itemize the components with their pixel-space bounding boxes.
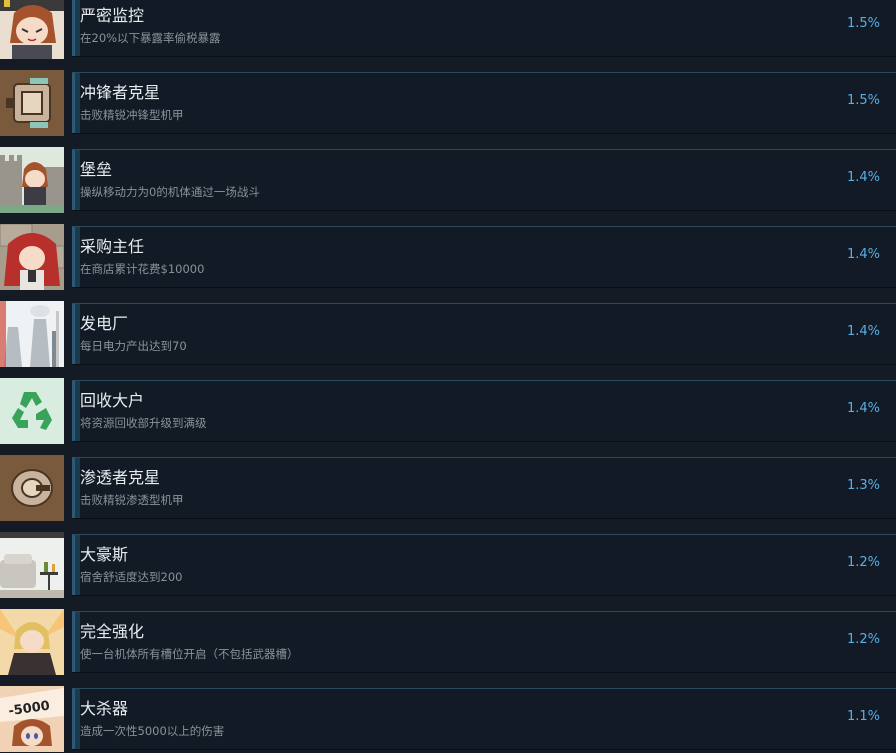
achievement-accent bbox=[72, 535, 80, 595]
achievement-name: 采购主任 bbox=[80, 237, 145, 256]
achievement-name: 严密监控 bbox=[80, 6, 145, 25]
achievement-percent: 1.3% bbox=[846, 478, 880, 493]
achievement-desc: 在20%以下暴露率偷税暴露 bbox=[80, 31, 221, 45]
achievement-name: 大杀器 bbox=[80, 699, 129, 718]
achievement-percent: 1.5% bbox=[846, 16, 880, 31]
achievement-row[interactable]: 大豪斯 宿舍舒适度达到200 1.2% bbox=[0, 532, 896, 598]
achievement-percent: 1.4% bbox=[846, 401, 880, 416]
achievement-name: 渗透者克星 bbox=[80, 468, 161, 487]
achievement-desc: 在商店累计花费$10000 bbox=[80, 262, 205, 276]
achievement-accent bbox=[72, 689, 80, 749]
achievement-name: 大豪斯 bbox=[80, 545, 129, 564]
achievement-desc: 击败精锐冲锋型机甲 bbox=[80, 108, 184, 122]
mech-top-view-icon bbox=[0, 70, 64, 136]
achievement-bar: 堡垒 操纵移动力为0的机体通过一场战斗 1.4% bbox=[72, 149, 896, 211]
achievement-percent: 1.4% bbox=[846, 324, 880, 339]
achievement-accent bbox=[72, 458, 80, 518]
achievement-percent: 1.4% bbox=[846, 170, 880, 185]
achievement-name: 完全强化 bbox=[80, 622, 145, 641]
achievement-bar: 完全强化 使一台机体所有槽位开启（不包括武器槽） 1.2% bbox=[72, 611, 896, 673]
achievement-desc: 将资源回收部升级到满级 bbox=[80, 416, 207, 430]
achievement-desc: 击败精锐渗透型机甲 bbox=[80, 493, 184, 507]
living-room-icon bbox=[0, 532, 64, 598]
achievement-desc: 操纵移动力为0的机体通过一场战斗 bbox=[80, 185, 260, 199]
achievement-name: 发电厂 bbox=[80, 314, 129, 333]
achievement-row[interactable]: 严密监控 在20%以下暴露率偷税暴露 1.5% bbox=[0, 0, 896, 59]
achievement-row[interactable]: 完全强化 使一台机体所有槽位开启（不包括武器槽） 1.2% bbox=[0, 609, 896, 675]
achievement-desc: 使一台机体所有槽位开启（不包括武器槽） bbox=[80, 647, 299, 661]
achievement-list: 严密监控 在20%以下暴露率偷税暴露 1.5% 冲锋者克星 击败精锐冲锋型机甲 … bbox=[0, 0, 896, 753]
achievement-accent bbox=[72, 0, 80, 56]
drone-top-view-icon bbox=[0, 455, 64, 521]
achievement-row[interactable]: -5000 大杀器 造成一次性5000以上的伤害 1.1% bbox=[0, 686, 896, 752]
achievement-bar: 冲锋者克星 击败精锐冲锋型机甲 1.5% bbox=[72, 72, 896, 134]
achievement-percent: 1.2% bbox=[846, 555, 880, 570]
achievement-name: 回收大户 bbox=[80, 391, 145, 410]
achievement-percent: 1.5% bbox=[846, 93, 880, 108]
achievement-bar: 严密监控 在20%以下暴露率偷税暴露 1.5% bbox=[72, 0, 896, 57]
achievement-accent bbox=[72, 150, 80, 210]
achievement-bar: 采购主任 在商店累计花费$10000 1.4% bbox=[72, 226, 896, 288]
castle-girl-icon bbox=[0, 147, 64, 213]
achievement-row[interactable]: 堡垒 操纵移动力为0的机体通过一场战斗 1.4% bbox=[0, 147, 896, 213]
achievement-desc: 造成一次性5000以上的伤害 bbox=[80, 724, 225, 738]
achievement-accent bbox=[72, 73, 80, 133]
achievement-bar: 大豪斯 宿舍舒适度达到200 1.2% bbox=[72, 534, 896, 596]
achievement-row[interactable]: 冲锋者克星 击败精锐冲锋型机甲 1.5% bbox=[0, 70, 896, 136]
achievement-accent bbox=[72, 227, 80, 287]
power-plant-icon bbox=[0, 301, 64, 367]
achievement-accent bbox=[72, 612, 80, 672]
achievement-bar: 发电厂 每日电力产出达到70 1.4% bbox=[72, 303, 896, 365]
recycle-icon bbox=[0, 378, 64, 444]
red-hair-girl-icon bbox=[0, 224, 64, 290]
anime-girl-watch-icon bbox=[0, 0, 64, 59]
achievement-bar: 渗透者克星 击败精锐渗透型机甲 1.3% bbox=[72, 457, 896, 519]
achievement-percent: 1.4% bbox=[846, 247, 880, 262]
achievement-accent bbox=[72, 381, 80, 441]
achievement-bar: 回收大户 将资源回收部升级到满级 1.4% bbox=[72, 380, 896, 442]
achievement-row[interactable]: 回收大户 将资源回收部升级到满级 1.4% bbox=[0, 378, 896, 444]
achievement-desc: 每日电力产出达到70 bbox=[80, 339, 187, 353]
achievement-desc: 宿舍舒适度达到200 bbox=[80, 570, 183, 584]
achievement-row[interactable]: 渗透者克星 击败精锐渗透型机甲 1.3% bbox=[0, 455, 896, 521]
achievement-bar: 大杀器 造成一次性5000以上的伤害 1.1% bbox=[72, 688, 896, 750]
damage-5000-icon: -5000 bbox=[0, 686, 64, 752]
achievement-accent bbox=[72, 304, 80, 364]
achievement-row[interactable]: 发电厂 每日电力产出达到70 1.4% bbox=[0, 301, 896, 367]
blonde-girl-icon bbox=[0, 609, 64, 675]
achievement-row[interactable]: 采购主任 在商店累计花费$10000 1.4% bbox=[0, 224, 896, 290]
achievement-percent: 1.1% bbox=[846, 709, 880, 724]
achievement-name: 堡垒 bbox=[80, 160, 113, 179]
achievement-name: 冲锋者克星 bbox=[80, 83, 161, 102]
achievement-percent: 1.2% bbox=[846, 632, 880, 647]
